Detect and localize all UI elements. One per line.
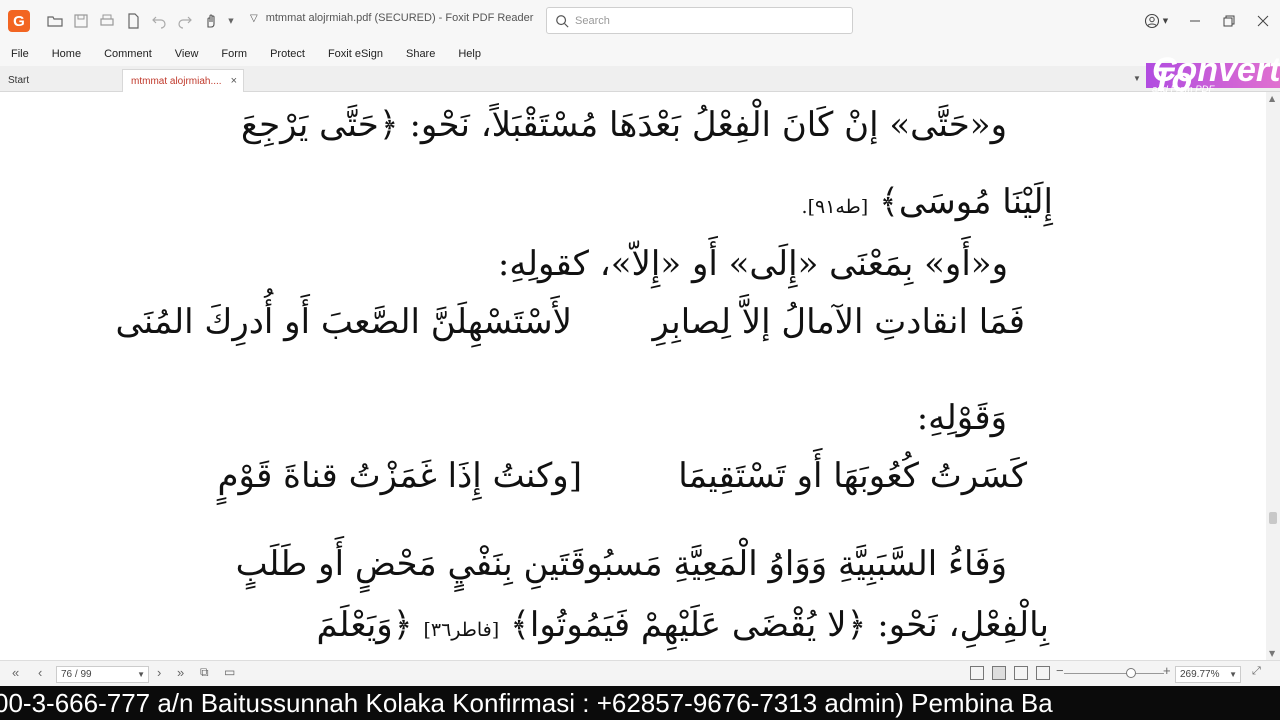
continuous-facing-icon[interactable] [1036, 666, 1050, 680]
convert-line1: Convert To [1152, 51, 1280, 99]
scroll-up-icon[interactable]: ▲ [1269, 94, 1275, 103]
verse-2-hemistich-right: [وكنتُ إِذَا غَمَزْتُ قناةَ قَوْمٍ [217, 456, 582, 496]
menu-bar: File Home Comment View Form Protect Foxi… [0, 42, 1280, 66]
fullscreen-icon[interactable]: ⤢ [1252, 665, 1261, 678]
menu-help[interactable]: Help [458, 48, 492, 60]
doc-line-8-end: ﴿وَيَعْلَمَ [316, 605, 413, 645]
continuous-icon[interactable] [992, 666, 1006, 680]
vertical-scrollbar[interactable]: ▲ ▼ [1266, 92, 1280, 660]
first-page-icon[interactable]: « [12, 665, 19, 680]
scroll-thumb[interactable] [1269, 512, 1277, 524]
search-box[interactable] [546, 7, 853, 34]
menu-home[interactable]: Home [52, 48, 92, 60]
undo-icon[interactable] [148, 10, 170, 32]
menu-foxit-esign[interactable]: Foxit eSign [328, 48, 394, 60]
minimize-icon[interactable] [1178, 4, 1212, 38]
search-input[interactable] [575, 14, 835, 27]
scroll-down-icon[interactable]: ▼ [1269, 649, 1275, 658]
verse-2-hemistich-left: كَسَرتُ كُعُوبَهَا أَو تَسْتَقِيمَا [678, 456, 1027, 496]
redo-icon[interactable] [174, 10, 196, 32]
account-icon[interactable]: ▼ [1134, 4, 1178, 38]
tab-list-dropdown-icon[interactable]: ▼ [1133, 74, 1141, 83]
doc-line-1: و«حَتَّى» إنْ كَانَ الْفِعْلُ بَعْدَهَا … [240, 105, 1007, 145]
menu-protect[interactable]: Protect [270, 48, 316, 60]
doc-line-3: و«أَو» بِمَعْنَى «إِلَى» أَو «إِلاّ»، كق… [497, 244, 1008, 284]
zoom-field[interactable]: 269.77% ▼ [1175, 666, 1241, 683]
doc-line-2-text: إِلَيْنَا مُوسَى﴾ [878, 182, 1053, 222]
menu-view[interactable]: View [175, 48, 210, 60]
copy-icon[interactable]: ⧉ [200, 665, 209, 680]
zoom-level: 269.77% [1180, 669, 1220, 680]
zoom-slider-knob[interactable] [1126, 668, 1136, 678]
doc-line-2-ref: [طه٩١]. [801, 196, 869, 218]
close-icon[interactable] [1246, 4, 1280, 38]
window-controls: ▼ [1134, 0, 1280, 42]
zoom-slider[interactable] [1064, 673, 1164, 674]
verse-1-hemistich-left: فَمَا انقادتِ الآمالُ إلاَّ لِصابِرِ [652, 302, 1026, 342]
save-icon[interactable] [70, 10, 92, 32]
news-ticker: 00-3-666-777 a/n Baitussunnah Kolaka Kon… [0, 686, 1280, 720]
view-mode-icons [970, 666, 1050, 680]
doc-line-8-ref: [فاطر٣٦] [423, 619, 500, 641]
page-number: 76 / 99 [61, 669, 92, 680]
document-title: ▽ mtmmat alojrmiah.pdf (SECURED) - Foxit… [250, 12, 533, 24]
single-page-icon[interactable] [970, 666, 984, 680]
ticker-text: 00-3-666-777 a/n Baitussunnah Kolaka Kon… [0, 688, 1053, 718]
foxit-logo[interactable]: G [8, 10, 30, 32]
doc-line-7: وَفَاءُ السَّبَبِيَّةِ وَوَاوُ الْمَعِيَ… [235, 544, 1007, 584]
doc-line-8: بِالْفِعْلِ، نَحْو: ﴿لا يُقْضَى عَلَيْهِ… [317, 604, 1049, 645]
tab-bar: Start mtmmat alojrmiah.... × ▼ [0, 66, 1280, 92]
search-icon [556, 14, 569, 28]
convert-pdf-banner[interactable]: Convert To and From PDF [1146, 51, 1280, 99]
doc-line-2: إِلَيْنَا مُوسَى﴾ [طه٩١]. [802, 181, 1053, 222]
next-page-icon[interactable]: › [157, 665, 161, 680]
tab-label: mtmmat alojrmiah.... [131, 75, 222, 87]
menu-comment[interactable]: Comment [104, 48, 163, 60]
window-title: mtmmat alojrmiah.pdf (SECURED) - Foxit P… [265, 12, 534, 24]
quick-access-toolbar: ▼ [44, 10, 236, 32]
restore-icon[interactable] [1212, 4, 1246, 38]
menu-file[interactable]: File [11, 48, 40, 60]
tab-start[interactable]: Start [0, 69, 120, 92]
foxit-window: G ▼ ▽ mtmmat alojrmiah.pdf (SECURED) - F… [0, 0, 1280, 720]
tab-label: Start [8, 75, 30, 86]
hand-icon[interactable] [200, 10, 222, 32]
page-layout-icon[interactable]: ▭ [224, 665, 235, 679]
last-page-icon[interactable]: » [177, 665, 184, 680]
tab-document[interactable]: mtmmat alojrmiah.... × [122, 69, 244, 92]
zoom-out-icon[interactable]: − [1056, 663, 1064, 678]
menu-form[interactable]: Form [221, 48, 258, 60]
close-tab-icon[interactable]: × [231, 75, 237, 87]
page-number-field[interactable]: 76 / 99 ▼ [56, 666, 149, 683]
menu-share[interactable]: Share [406, 48, 446, 60]
print-icon[interactable] [96, 10, 118, 32]
chevron-down-icon[interactable]: ▼ [137, 667, 145, 682]
facing-icon[interactable] [1014, 666, 1028, 680]
chevron-down-icon[interactable]: ▼ [1229, 667, 1237, 682]
verse-1-hemistich-right: لأَسْتَسْهِلَنَّ الصَّعبَ أَو أُدرِكَ ال… [115, 302, 572, 342]
status-bar: « ‹ 76 / 99 ▼ › » ⧉ ▭ − + 269.77% ▼ ⤢ [0, 660, 1280, 686]
chevron-down-icon[interactable]: ▼ [226, 10, 236, 32]
title-bar: G ▼ ▽ mtmmat alojrmiah.pdf (SECURED) - F… [0, 0, 1280, 42]
doc-line-5: وَقَوْلِهِ: [916, 398, 1007, 438]
chevron-down-icon[interactable]: ▽ [250, 13, 258, 24]
zoom-in-icon[interactable]: + [1163, 663, 1171, 678]
prev-page-icon[interactable]: ‹ [38, 665, 42, 680]
new-doc-icon[interactable] [122, 10, 144, 32]
doc-line-8-text: بِالْفِعْلِ، نَحْو: ﴿لا يُقْضَى عَلَيْهِ… [509, 605, 1049, 645]
open-folder-icon[interactable] [44, 10, 66, 32]
